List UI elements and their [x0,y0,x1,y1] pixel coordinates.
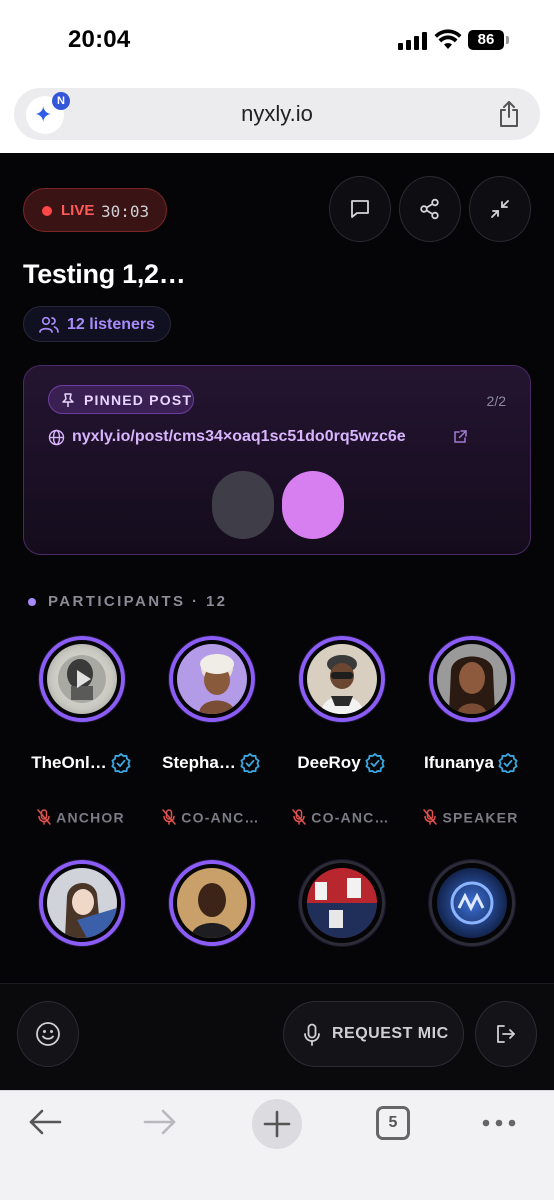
pinned-post-card[interactable]: PINNED POST 2/2 nyxly.io/post/cms34×oaq1… [23,365,531,555]
participant-name: DeeRoy [277,752,405,776]
avatar [177,644,247,714]
live-timer: 30:03 [101,202,150,221]
new-tab-button[interactable] [252,1099,302,1149]
carousel-indicator-inactive[interactable] [212,471,274,539]
avatar-ring [429,636,515,722]
avatar-ring [169,636,255,722]
live-label: LIVE [61,202,95,219]
signal-icon [398,32,428,50]
browser-toolbar: 5 [0,1090,554,1200]
participant-card[interactable]: Stepha… CO-ANC… [147,636,275,856]
participant-name: Stepha… [147,752,275,776]
avatar [47,644,117,714]
participant-role: CO-ANC… [277,808,405,828]
avatar [437,868,507,938]
listeners-button[interactable]: 12 listeners [23,306,171,342]
minimize-button[interactable] [469,176,531,242]
avatar-ring [429,860,515,946]
external-link-icon[interactable] [452,429,468,445]
pinned-badge: PINNED POST [48,385,194,414]
avatar [307,644,377,714]
carousel-indicator-active[interactable] [282,471,344,539]
wifi-icon [434,29,462,49]
back-arrow-icon[interactable] [28,1107,62,1137]
share-button[interactable] [399,176,461,242]
mic-muted-icon [162,809,177,826]
exit-icon [497,1025,515,1043]
forward-arrow-icon[interactable] [143,1107,177,1137]
chat-icon [351,200,369,218]
status-bar: 20:04 86 [0,0,554,82]
listeners-count: 12 listeners [67,316,156,333]
verified-icon [498,752,518,773]
participant-card[interactable]: TheOnl… ANCHOR [17,636,145,856]
leave-button[interactable] [475,1001,537,1067]
live-room: LIVE 30:03 Testing 1,2… 12 listeners PIN… [0,153,554,1090]
more-icon[interactable] [482,1119,516,1127]
verified-icon [111,752,131,773]
tabs-button[interactable]: 5 [376,1106,410,1140]
mic-muted-icon [423,809,438,826]
participants-title: PARTICIPANTS · 12 [48,593,228,610]
microphone-icon [304,1023,320,1046]
participant-name: TheOnl… [17,752,145,776]
live-dot-icon [42,206,52,216]
users-icon [39,316,59,333]
smile-icon [36,1022,60,1046]
avatar-ring [299,860,385,946]
plus-icon [263,1110,291,1138]
avatar-ring [299,636,385,722]
avatar-ring [169,860,255,946]
participant-card[interactable]: Ifunanya SPEAKER [407,636,535,856]
pin-icon [62,393,74,407]
minimize-icon [491,200,509,218]
address-bar[interactable]: ✦ N nyxly.io [14,88,540,140]
avatar [177,868,247,938]
avatar [437,644,507,714]
avatar [47,868,117,938]
verified-icon [365,752,385,773]
share-icon[interactable] [496,100,522,128]
avatar-ring [39,860,125,946]
pinned-link-text[interactable]: nyxly.io/post/cms34×oaq1sc51do0rq5wzc6e [72,428,406,446]
avatar [307,868,377,938]
participant-role: CO-ANC… [147,808,275,828]
live-indicator: LIVE 30:03 [23,188,167,232]
mic-muted-icon [292,809,307,826]
pinned-link[interactable]: nyxly.io/post/cms34×oaq1sc51do0rq5wzc6e [48,427,518,451]
participant-name: Ifunanya [407,752,535,776]
participant-role: SPEAKER [407,808,535,828]
mic-muted-icon [37,809,51,826]
share-nodes-icon [420,198,439,220]
section-dot-icon [28,598,36,606]
chat-button[interactable] [329,176,391,242]
clock: 20:04 [68,26,131,53]
request-mic-button[interactable]: REQUEST MIC [283,1001,464,1067]
avatar-ring [39,636,125,722]
url-text[interactable]: nyxly.io [14,101,540,127]
globe-icon [48,429,65,446]
room-title: Testing 1,2… [23,259,186,289]
battery-icon: 86 [468,30,509,50]
verified-icon [240,752,260,773]
participant-card[interactable]: DeeRoy CO-ANC… [277,636,405,856]
pinned-badge-label: PINNED POST [84,392,193,408]
bottom-action-bar: REQUEST MIC [0,983,554,1090]
pinned-page-count: 2/2 [486,393,506,409]
participant-role: ANCHOR [17,808,145,828]
request-mic-label: REQUEST MIC [332,1025,449,1042]
reactions-button[interactable] [17,1001,79,1067]
